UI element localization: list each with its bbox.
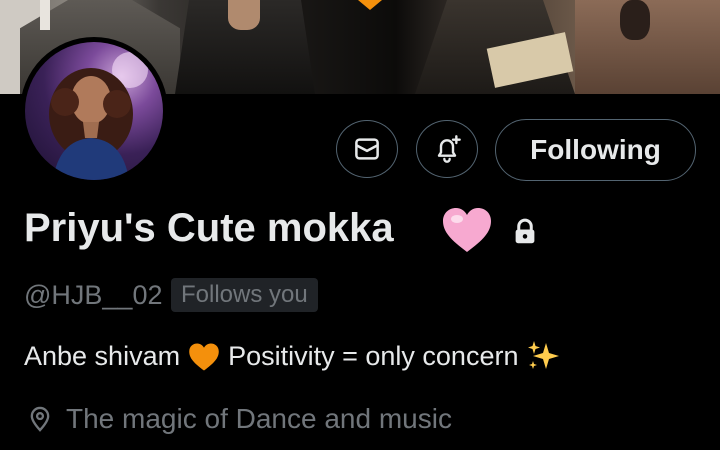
location-pin-icon bbox=[30, 406, 50, 432]
mail-icon bbox=[355, 138, 379, 160]
lock-icon bbox=[510, 217, 540, 252]
profile-bio: Anbe shivam Positivity = only concern bbox=[24, 339, 568, 373]
profile-location: The magic of Dance and music bbox=[26, 403, 452, 435]
bio-text-1: Anbe shivam bbox=[24, 340, 181, 371]
orange-heart-emoji bbox=[188, 340, 220, 372]
profile-avatar[interactable] bbox=[20, 37, 168, 185]
profile-handle: @HJB__02 bbox=[24, 280, 163, 310]
location-text: The magic of Dance and music bbox=[66, 403, 452, 434]
avatar-image bbox=[25, 42, 163, 180]
bio-text-2: Positivity = only concern bbox=[228, 340, 519, 371]
message-button[interactable] bbox=[336, 120, 398, 178]
follows-you-badge: Follows you bbox=[171, 278, 318, 312]
pink-heart-emoji bbox=[441, 206, 493, 259]
display-name: Priyu's Cute mokka bbox=[24, 206, 394, 250]
sparkles-emoji bbox=[526, 339, 560, 373]
notifications-button[interactable] bbox=[416, 120, 478, 178]
following-button[interactable]: Following bbox=[495, 119, 696, 181]
bell-plus-icon bbox=[437, 135, 461, 163]
